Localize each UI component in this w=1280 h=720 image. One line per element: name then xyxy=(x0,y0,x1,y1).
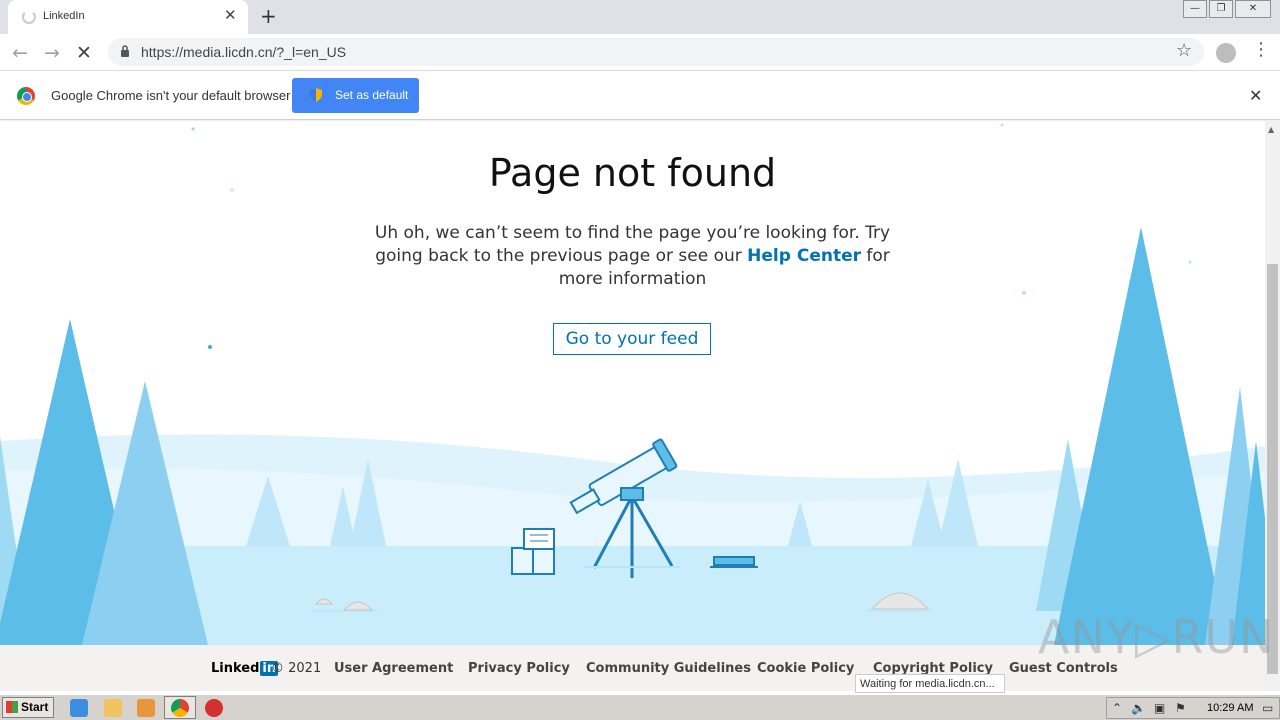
address-bar[interactable]: https://media.licdn.cn/?_l=en_US ☆ xyxy=(108,38,1204,66)
set-as-default-label: Set as default xyxy=(335,88,409,102)
windows-taskbar: Start ⌃ 🔈 ▣ ⚑ 10:29 AM ▭ xyxy=(0,694,1280,720)
scene-illustration xyxy=(0,123,1265,645)
media-player-icon[interactable] xyxy=(137,699,155,717)
start-label: Start xyxy=(21,700,49,714)
chrome-logo-icon xyxy=(17,87,35,105)
tab-close-icon[interactable]: ✕ xyxy=(224,6,237,24)
error-message: Uh oh, we can’t seem to find the page yo… xyxy=(355,222,910,291)
windows-flag-icon xyxy=(6,701,18,713)
minimize-icon[interactable]: — xyxy=(1183,0,1207,18)
tray-expand-icon[interactable]: ⌃ xyxy=(1112,701,1122,715)
go-to-feed-button[interactable]: Go to your feed xyxy=(553,323,711,355)
internet-explorer-icon[interactable] xyxy=(70,699,88,717)
infobar-close-icon[interactable]: ✕ xyxy=(1249,86,1262,105)
page-content: Page not found Uh oh, we can’t seem to f… xyxy=(0,121,1265,691)
help-center-link[interactable]: Help Center xyxy=(747,246,861,266)
logo-text: Linked xyxy=(211,661,260,676)
stop-icon[interactable]: ✕ xyxy=(76,42,92,64)
loading-status: Waiting for media.licdn.cn... xyxy=(855,674,1005,693)
window-close-icon[interactable]: ✕ xyxy=(1235,0,1271,18)
start-button[interactable]: Start xyxy=(2,697,54,718)
new-tab-plus-icon[interactable]: + xyxy=(260,4,277,28)
spinner-icon xyxy=(22,10,36,24)
chrome-icon xyxy=(171,699,189,717)
forward-arrow-icon[interactable]: → xyxy=(44,42,60,64)
volume-icon[interactable]: 🔈 xyxy=(1131,701,1146,715)
community-guidelines-link[interactable]: Community Guidelines xyxy=(586,661,751,676)
set-as-default-button[interactable]: Set as default xyxy=(292,78,419,113)
star-icon[interactable]: ☆ xyxy=(1176,40,1192,61)
back-arrow-icon[interactable]: ← xyxy=(12,42,28,64)
system-tray: ⌃ 🔈 ▣ ⚑ 10:29 AM ▭ xyxy=(1106,697,1280,719)
default-browser-infobar: Google Chrome isn't your default browser… xyxy=(0,71,1280,120)
kebab-menu-icon[interactable]: ⋮ xyxy=(1252,39,1270,60)
browser-tab[interactable]: LinkedIn ✕ xyxy=(8,0,248,34)
stop-sign-icon[interactable] xyxy=(205,699,223,717)
show-desktop-icon[interactable]: ▭ xyxy=(1262,701,1273,715)
lock-icon xyxy=(121,45,129,57)
anyrun-watermark: ANY▷RUN xyxy=(1038,610,1275,664)
cookie-policy-link[interactable]: Cookie Policy xyxy=(757,661,854,676)
copyright-text: © 2021 xyxy=(271,661,322,676)
file-explorer-icon[interactable] xyxy=(104,699,122,717)
tab-title: LinkedIn xyxy=(43,10,85,22)
page-title: Page not found xyxy=(488,151,777,195)
clock: 10:29 AM xyxy=(1207,702,1254,714)
url-text: https://media.licdn.cn/?_l=en_US xyxy=(141,44,347,60)
profile-icon[interactable] xyxy=(1216,43,1236,63)
network-icon[interactable]: ▣ xyxy=(1154,701,1165,715)
browser-toolbar: ← → ✕ https://media.licdn.cn/?_l=en_US ☆… xyxy=(0,34,1280,71)
browser-titlebar: LinkedIn ✕ + — ❐ ✕ xyxy=(0,0,1280,34)
restore-icon[interactable]: ❐ xyxy=(1209,0,1233,18)
linkedin-logo[interactable]: Linked in xyxy=(211,661,279,676)
user-agreement-link[interactable]: User Agreement xyxy=(334,661,453,676)
action-center-flag-icon[interactable]: ⚑ xyxy=(1175,701,1186,715)
shield-icon xyxy=(310,88,322,102)
infobar-message: Google Chrome isn't your default browser xyxy=(51,88,291,103)
privacy-policy-link[interactable]: Privacy Policy xyxy=(468,661,570,676)
scroll-up-arrow-icon[interactable]: ▲ xyxy=(1268,125,1274,134)
chrome-taskbar-button[interactable] xyxy=(164,696,196,719)
